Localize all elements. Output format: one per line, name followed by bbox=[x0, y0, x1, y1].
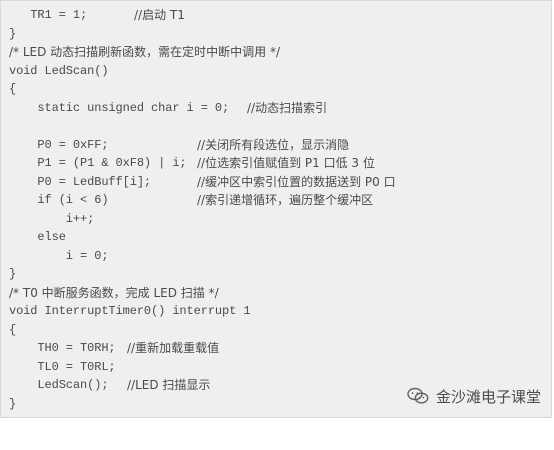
code-comment: //位选索引值赋值到 P1 口低 3 位 bbox=[197, 156, 375, 170]
code-text: i++; bbox=[9, 211, 95, 226]
code-text: void InterruptTimer0() interrupt 1 bbox=[9, 304, 251, 318]
code-comment: //索引递增循环，遍历整个缓冲区 bbox=[197, 193, 374, 207]
code-comment: //重新加载重载值 bbox=[127, 341, 220, 355]
code-line: { bbox=[1, 80, 551, 99]
code-text: else bbox=[9, 230, 66, 244]
code-line: i++; bbox=[1, 210, 551, 229]
code-text: if (i < 6) bbox=[9, 193, 109, 207]
code-text: P0 = LedBuff[i]; bbox=[9, 174, 152, 189]
wechat-watermark: 金沙滩电子课堂 bbox=[406, 383, 541, 409]
code-text: TH0 = T0RH; bbox=[9, 341, 116, 355]
code-text: static unsigned char i = 0; bbox=[9, 100, 230, 115]
code-text: } bbox=[9, 26, 17, 41]
code-line: i = 0; bbox=[1, 247, 551, 266]
code-text: { bbox=[9, 322, 17, 337]
code-line: static unsigned char i = 0; //动态扫描索引 bbox=[1, 99, 551, 118]
code-text: P1 = (P1 & 0xF8) | i; bbox=[9, 156, 187, 170]
code-snippet-panel: TR1 = 1; //启动 T1 } /* LED 动态扫描刷新函数，需在定时中… bbox=[0, 0, 552, 418]
code-line: /* T0 中断服务函数，完成 LED 扫描 */ bbox=[1, 284, 551, 303]
code-line: } bbox=[1, 265, 551, 284]
code-line: /* LED 动态扫描刷新函数，需在定时中断中调用 */ bbox=[1, 43, 551, 62]
code-comment: /* LED 动态扫描刷新函数，需在定时中断中调用 */ bbox=[9, 45, 281, 59]
code-line: if (i < 6) //索引递增循环，遍历整个缓冲区 bbox=[1, 191, 551, 210]
code-line: { bbox=[1, 321, 551, 340]
code-comment: //缓冲区中索引位置的数据送到 P0 口 bbox=[197, 174, 396, 189]
code-line: void InterruptTimer0() interrupt 1 bbox=[1, 302, 551, 321]
code-text: LedScan(); bbox=[9, 378, 109, 392]
code-comment: //启动 T1 bbox=[134, 8, 185, 22]
code-text: } bbox=[9, 267, 17, 281]
code-comment: /* T0 中断服务函数，完成 LED 扫描 */ bbox=[9, 285, 219, 300]
code-text: } bbox=[9, 396, 17, 411]
wechat-icon bbox=[407, 387, 429, 404]
code-line blank bbox=[1, 117, 551, 136]
code-line: P1 = (P1 & 0xF8) | i; //位选索引值赋值到 P1 口低 3… bbox=[1, 154, 551, 173]
code-line: P0 = LedBuff[i]; //缓冲区中索引位置的数据送到 P0 口 bbox=[1, 173, 551, 192]
code-text: TL0 = T0RL; bbox=[9, 359, 116, 374]
code-line: P0 = 0xFF; //关闭所有段选位，显示消隐 bbox=[1, 136, 551, 155]
code-text: i = 0; bbox=[9, 248, 109, 263]
code-lines: TR1 = 1; //启动 T1 } /* LED 动态扫描刷新函数，需在定时中… bbox=[1, 6, 551, 413]
code-comment: //关闭所有段选位，显示消隐 bbox=[197, 137, 350, 152]
code-text: { bbox=[9, 82, 17, 96]
code-comment: //动态扫描索引 bbox=[247, 100, 328, 115]
code-text: void LedScan() bbox=[9, 63, 109, 78]
code-text: TR1 = 1; bbox=[9, 8, 88, 22]
code-line: void LedScan() bbox=[1, 62, 551, 81]
code-line: else bbox=[1, 228, 551, 247]
code-line: TR1 = 1; //启动 T1 bbox=[1, 6, 551, 25]
code-line: TL0 = T0RL; bbox=[1, 358, 551, 377]
code-text: P0 = 0xFF; bbox=[9, 137, 109, 152]
watermark-text: 金沙滩电子课堂 bbox=[435, 387, 541, 406]
code-line: TH0 = T0RH; //重新加载重载值 bbox=[1, 339, 551, 358]
code-line: } bbox=[1, 25, 551, 44]
code-comment: //LED 扫描显示 bbox=[127, 378, 211, 392]
